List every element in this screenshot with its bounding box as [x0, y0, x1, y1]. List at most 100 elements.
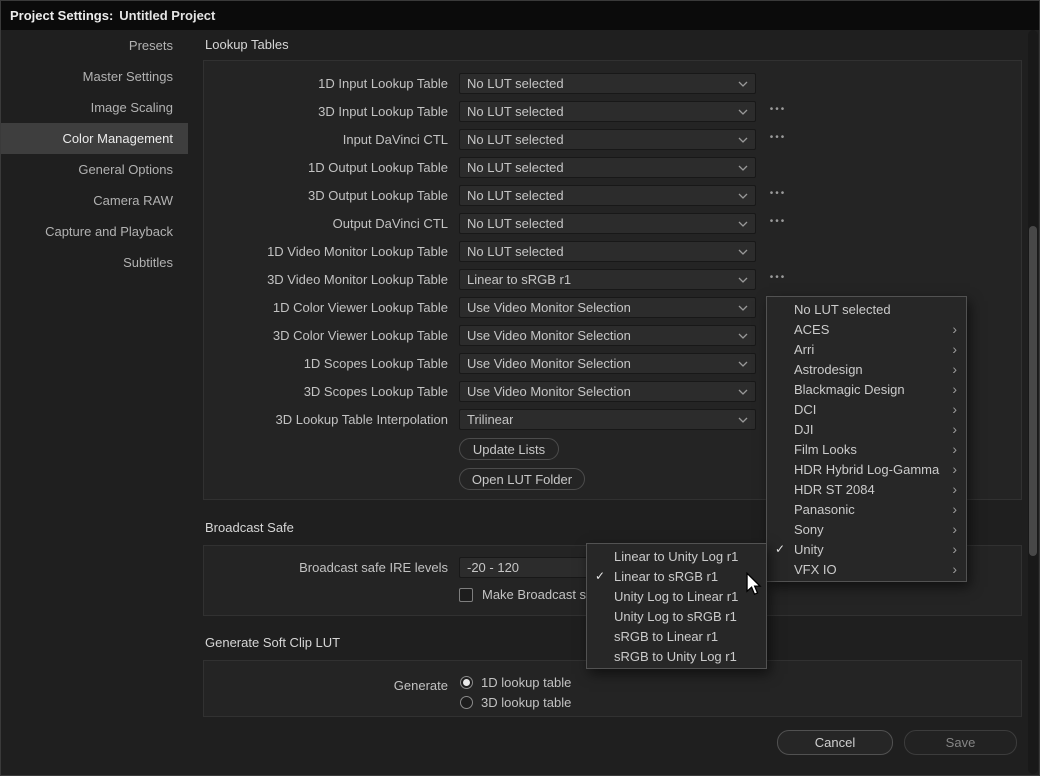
dropdown-value: Use Video Monitor Selection [467, 384, 631, 399]
chevron-down-icon [738, 277, 748, 283]
lut-dropdown-1d-video-monitor[interactable]: No LUT selected [459, 241, 756, 262]
scrollbar-track[interactable] [1028, 30, 1038, 774]
row-label: Output DaVinci CTL [204, 213, 448, 234]
radio-1d-lookup-table[interactable] [460, 676, 473, 689]
chevron-down-icon [738, 109, 748, 115]
sidebar-item-general-options[interactable]: General Options [0, 154, 188, 185]
submenu-item-linear-to-unity-log[interactable]: Linear to Unity Log r1 [587, 546, 766, 566]
lut-options-dots-button[interactable]: ••• [760, 269, 796, 290]
submenu-item-linear-to-srgb[interactable]: ✓ Linear to sRGB r1 [587, 566, 766, 586]
lut-options-dots-button[interactable]: ••• [760, 213, 796, 234]
submenu-arrow-icon: › [952, 361, 957, 377]
settings-sidebar: Presets Master Settings Image Scaling Co… [0, 30, 188, 776]
radio-label: 1D lookup table [481, 675, 571, 691]
submenu-item-srgb-to-unity-log[interactable]: sRGB to Unity Log r1 [587, 646, 766, 666]
menu-item-sony[interactable]: Sony › [767, 519, 966, 539]
checkmark-icon: ✓ [595, 569, 605, 583]
update-lists-button[interactable]: Update Lists [459, 438, 559, 460]
menu-item-unity[interactable]: ✓ Unity › [767, 539, 966, 559]
lut-row: 1D Video Monitor Lookup Table No LUT sel… [204, 241, 1021, 262]
menu-item-astrodesign[interactable]: Astrodesign › [767, 359, 966, 379]
menu-item-label: Linear to sRGB r1 [614, 569, 718, 584]
dropdown-value: -20 - 120 [467, 560, 519, 575]
menu-item-dji[interactable]: DJI › [767, 419, 966, 439]
menu-item-arri[interactable]: Arri › [767, 339, 966, 359]
chevron-down-icon [738, 389, 748, 395]
lut-dropdown-3d-video-monitor[interactable]: Linear to sRGB r1 [459, 269, 756, 290]
menu-item-label: Arri [794, 342, 814, 357]
row-label: 3D Video Monitor Lookup Table [204, 269, 448, 290]
row-label: Input DaVinci CTL [204, 129, 448, 150]
lut-dropdown-output-ctl[interactable]: No LUT selected [459, 213, 756, 234]
submenu-item-unity-log-to-srgb[interactable]: Unity Log to sRGB r1 [587, 606, 766, 626]
submenu-arrow-icon: › [952, 521, 957, 537]
chevron-down-icon [738, 81, 748, 87]
menu-item-film-looks[interactable]: Film Looks › [767, 439, 966, 459]
dropdown-value: Use Video Monitor Selection [467, 300, 631, 315]
menu-item-dci[interactable]: DCI › [767, 399, 966, 419]
chevron-down-icon [738, 333, 748, 339]
lut-dropdown-1d-scopes[interactable]: Use Video Monitor Selection [459, 353, 756, 374]
sidebar-item-capture-playback[interactable]: Capture and Playback [0, 216, 188, 247]
lut-options-dots-button[interactable]: ••• [760, 185, 796, 206]
menu-item-blackmagic-design[interactable]: Blackmagic Design › [767, 379, 966, 399]
lut-options-dots-button[interactable]: ••• [760, 129, 796, 150]
lut-dropdown-3d-input[interactable]: No LUT selected [459, 101, 756, 122]
submenu-arrow-icon: › [952, 561, 957, 577]
submenu-arrow-icon: › [952, 461, 957, 477]
menu-item-label: Astrodesign [794, 362, 863, 377]
menu-item-panasonic[interactable]: Panasonic › [767, 499, 966, 519]
dialog-title: Project Settings: [10, 8, 113, 23]
section-title-lookup-tables: Lookup Tables [205, 37, 289, 53]
row-label: 3D Output Lookup Table [204, 185, 448, 206]
sidebar-item-master-settings[interactable]: Master Settings [0, 61, 188, 92]
sidebar-item-color-management[interactable]: Color Management [0, 123, 188, 154]
titlebar: Project Settings: Untitled Project [0, 0, 1040, 30]
dropdown-value: No LUT selected [467, 132, 564, 147]
dropdown-value: Trilinear [467, 412, 513, 427]
lut-options-dots-button[interactable]: ••• [760, 101, 796, 122]
row-label: 1D Input Lookup Table [204, 73, 448, 94]
menu-item-hdr-hybrid-log-gamma[interactable]: HDR Hybrid Log-Gamma › [767, 459, 966, 479]
lut-dropdown-3d-color-viewer[interactable]: Use Video Monitor Selection [459, 325, 756, 346]
lut-dropdown-input-ctl[interactable]: No LUT selected [459, 129, 756, 150]
row-label: Broadcast safe IRE levels [204, 557, 448, 578]
open-lut-folder-button[interactable]: Open LUT Folder [459, 468, 585, 490]
row-label: 1D Video Monitor Lookup Table [204, 241, 448, 262]
lut-dropdown-1d-output[interactable]: No LUT selected [459, 157, 756, 178]
dropdown-value: No LUT selected [467, 216, 564, 231]
dropdown-value: No LUT selected [467, 188, 564, 203]
radio-3d-lookup-table[interactable] [460, 696, 473, 709]
cancel-button[interactable]: Cancel [777, 730, 893, 755]
lut-dropdown-3d-scopes[interactable]: Use Video Monitor Selection [459, 381, 756, 402]
menu-item-label: Panasonic [794, 502, 855, 517]
chevron-down-icon [738, 193, 748, 199]
menu-item-label: sRGB to Unity Log r1 [614, 649, 737, 664]
lut-dropdown-1d-input[interactable]: No LUT selected [459, 73, 756, 94]
submenu-item-unity-log-to-linear[interactable]: Unity Log to Linear r1 [587, 586, 766, 606]
menu-item-label: Linear to Unity Log r1 [614, 549, 738, 564]
save-button[interactable]: Save [904, 730, 1017, 755]
sidebar-item-presets[interactable]: Presets [0, 30, 188, 61]
make-broadcast-safe-checkbox[interactable] [459, 588, 473, 602]
scrollbar-thumb[interactable] [1029, 226, 1037, 556]
menu-item-label: Unity [794, 542, 824, 557]
menu-item-label: HDR ST 2084 [794, 482, 875, 497]
dropdown-value: Use Video Monitor Selection [467, 356, 631, 371]
sidebar-item-subtitles[interactable]: Subtitles [0, 247, 188, 278]
section-title-soft-clip: Generate Soft Clip LUT [205, 635, 340, 651]
lut-row: 3D Video Monitor Lookup Table Linear to … [204, 269, 1021, 290]
lut-dropdown-interpolation[interactable]: Trilinear [459, 409, 756, 430]
sidebar-item-image-scaling[interactable]: Image Scaling [0, 92, 188, 123]
menu-item-hdr-st-2084[interactable]: HDR ST 2084 › [767, 479, 966, 499]
menu-item-no-lut[interactable]: No LUT selected [767, 299, 966, 319]
sidebar-item-camera-raw[interactable]: Camera RAW [0, 185, 188, 216]
lut-dropdown-3d-output[interactable]: No LUT selected [459, 185, 756, 206]
submenu-arrow-icon: › [952, 381, 957, 397]
lut-dropdown-1d-color-viewer[interactable]: Use Video Monitor Selection [459, 297, 756, 318]
lut-row: Output DaVinci CTL No LUT selected ••• [204, 213, 1021, 234]
submenu-item-srgb-to-linear[interactable]: sRGB to Linear r1 [587, 626, 766, 646]
lut-row: 3D Output Lookup Table No LUT selected •… [204, 185, 1021, 206]
menu-item-vfx-io[interactable]: VFX IO › [767, 559, 966, 579]
menu-item-aces[interactable]: ACES › [767, 319, 966, 339]
